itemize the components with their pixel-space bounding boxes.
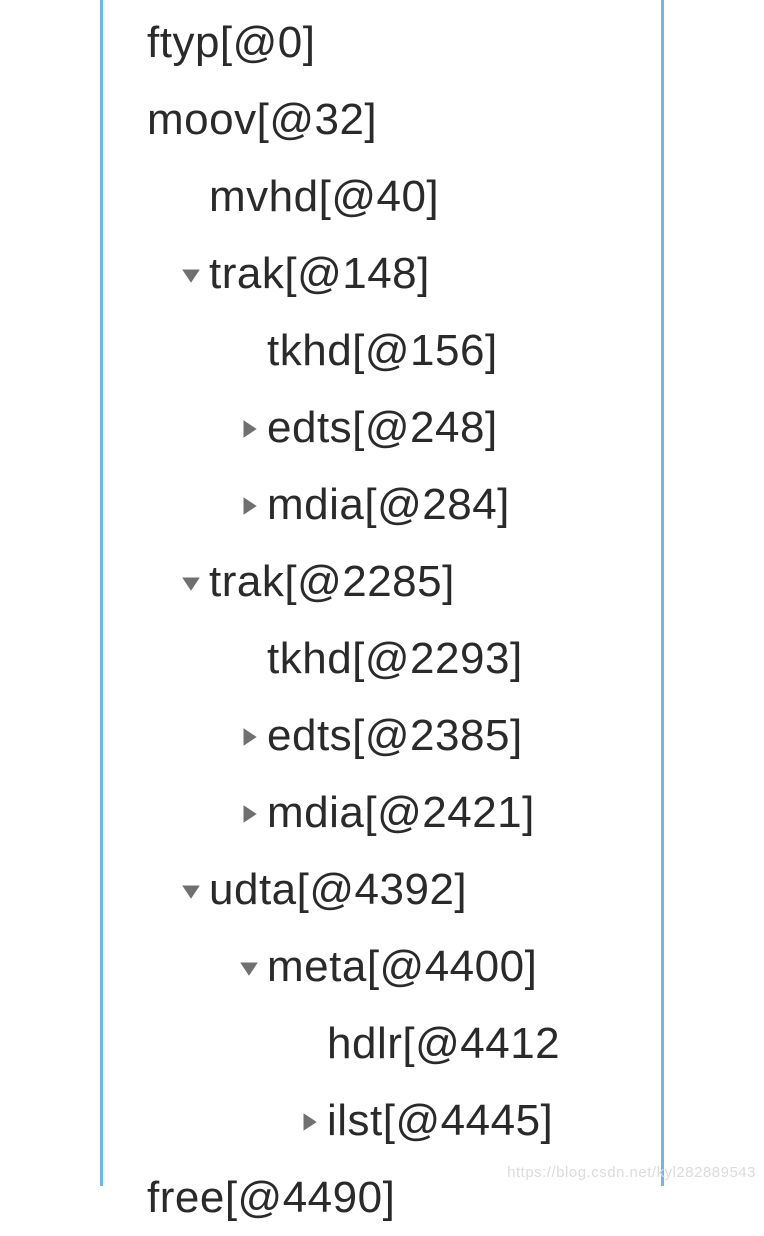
- tree-row[interactable]: edts[@2385]: [103, 697, 661, 774]
- disclosure-triangle-icon[interactable]: [173, 259, 209, 289]
- disclosure-triangle-icon[interactable]: [231, 413, 267, 443]
- disclosure-triangle-icon[interactable]: [173, 567, 209, 597]
- node-mdia-284[interactable]: mdia[@284]: [267, 483, 510, 527]
- disclosure-triangle-icon[interactable]: [231, 798, 267, 828]
- tree-row[interactable]: mvhd[@40]: [103, 158, 661, 235]
- disclosure-triangle-icon[interactable]: [173, 875, 209, 905]
- tree-row[interactable]: mdia[@2421]: [103, 774, 661, 851]
- node-ftyp[interactable]: ftyp[@0]: [147, 21, 316, 65]
- node-tkhd-2293[interactable]: tkhd[@2293]: [267, 637, 523, 681]
- disclosure-triangle-icon[interactable]: [231, 721, 267, 751]
- disclosure-triangle-icon[interactable]: [231, 490, 267, 520]
- tree-row[interactable]: tkhd[@2293]: [103, 620, 661, 697]
- disclosure-triangle-icon[interactable]: [231, 952, 267, 982]
- node-meta[interactable]: meta[@4400]: [267, 945, 537, 989]
- node-trak-2285[interactable]: trak[@2285]: [209, 560, 455, 604]
- node-edts-248[interactable]: edts[@248]: [267, 406, 498, 450]
- tree-row[interactable]: ilst[@4445]: [103, 1082, 661, 1159]
- node-ilst[interactable]: ilst[@4445]: [327, 1099, 553, 1143]
- tree-row[interactable]: mdia[@284]: [103, 466, 661, 543]
- tree-row[interactable]: hdlr[@4412: [103, 1005, 661, 1082]
- watermark-text: https://blog.csdn.net/kyl282889543: [507, 1165, 756, 1180]
- node-free[interactable]: free[@4490]: [147, 1176, 395, 1220]
- node-mdia-2421[interactable]: mdia[@2421]: [267, 791, 535, 835]
- tree-row[interactable]: ftyp[@0]: [103, 4, 661, 81]
- atom-tree: ftyp[@0] moov[@32] mvhd[@40] trak[@148] tkhd…: [103, 4, 661, 1236]
- tree-row[interactable]: trak[@148]: [103, 235, 661, 312]
- node-hdlr[interactable]: hdlr[@4412: [327, 1022, 560, 1066]
- tree-row[interactable]: meta[@4400]: [103, 928, 661, 1005]
- tree-row[interactable]: udta[@4392]: [103, 851, 661, 928]
- tree-row[interactable]: tkhd[@156]: [103, 312, 661, 389]
- node-moov[interactable]: moov[@32]: [147, 98, 377, 142]
- node-tkhd-156[interactable]: tkhd[@156]: [267, 329, 498, 373]
- atom-tree-panel: ftyp[@0] moov[@32] mvhd[@40] trak[@148] tkhd…: [100, 0, 664, 1186]
- node-udta[interactable]: udta[@4392]: [209, 868, 467, 912]
- disclosure-triangle-icon[interactable]: [291, 1106, 327, 1136]
- tree-row[interactable]: edts[@248]: [103, 389, 661, 466]
- node-mvhd[interactable]: mvhd[@40]: [209, 175, 439, 219]
- tree-row[interactable]: trak[@2285]: [103, 543, 661, 620]
- tree-row[interactable]: moov[@32]: [103, 81, 661, 158]
- node-trak-148[interactable]: trak[@148]: [209, 252, 430, 296]
- node-edts-2385[interactable]: edts[@2385]: [267, 714, 523, 758]
